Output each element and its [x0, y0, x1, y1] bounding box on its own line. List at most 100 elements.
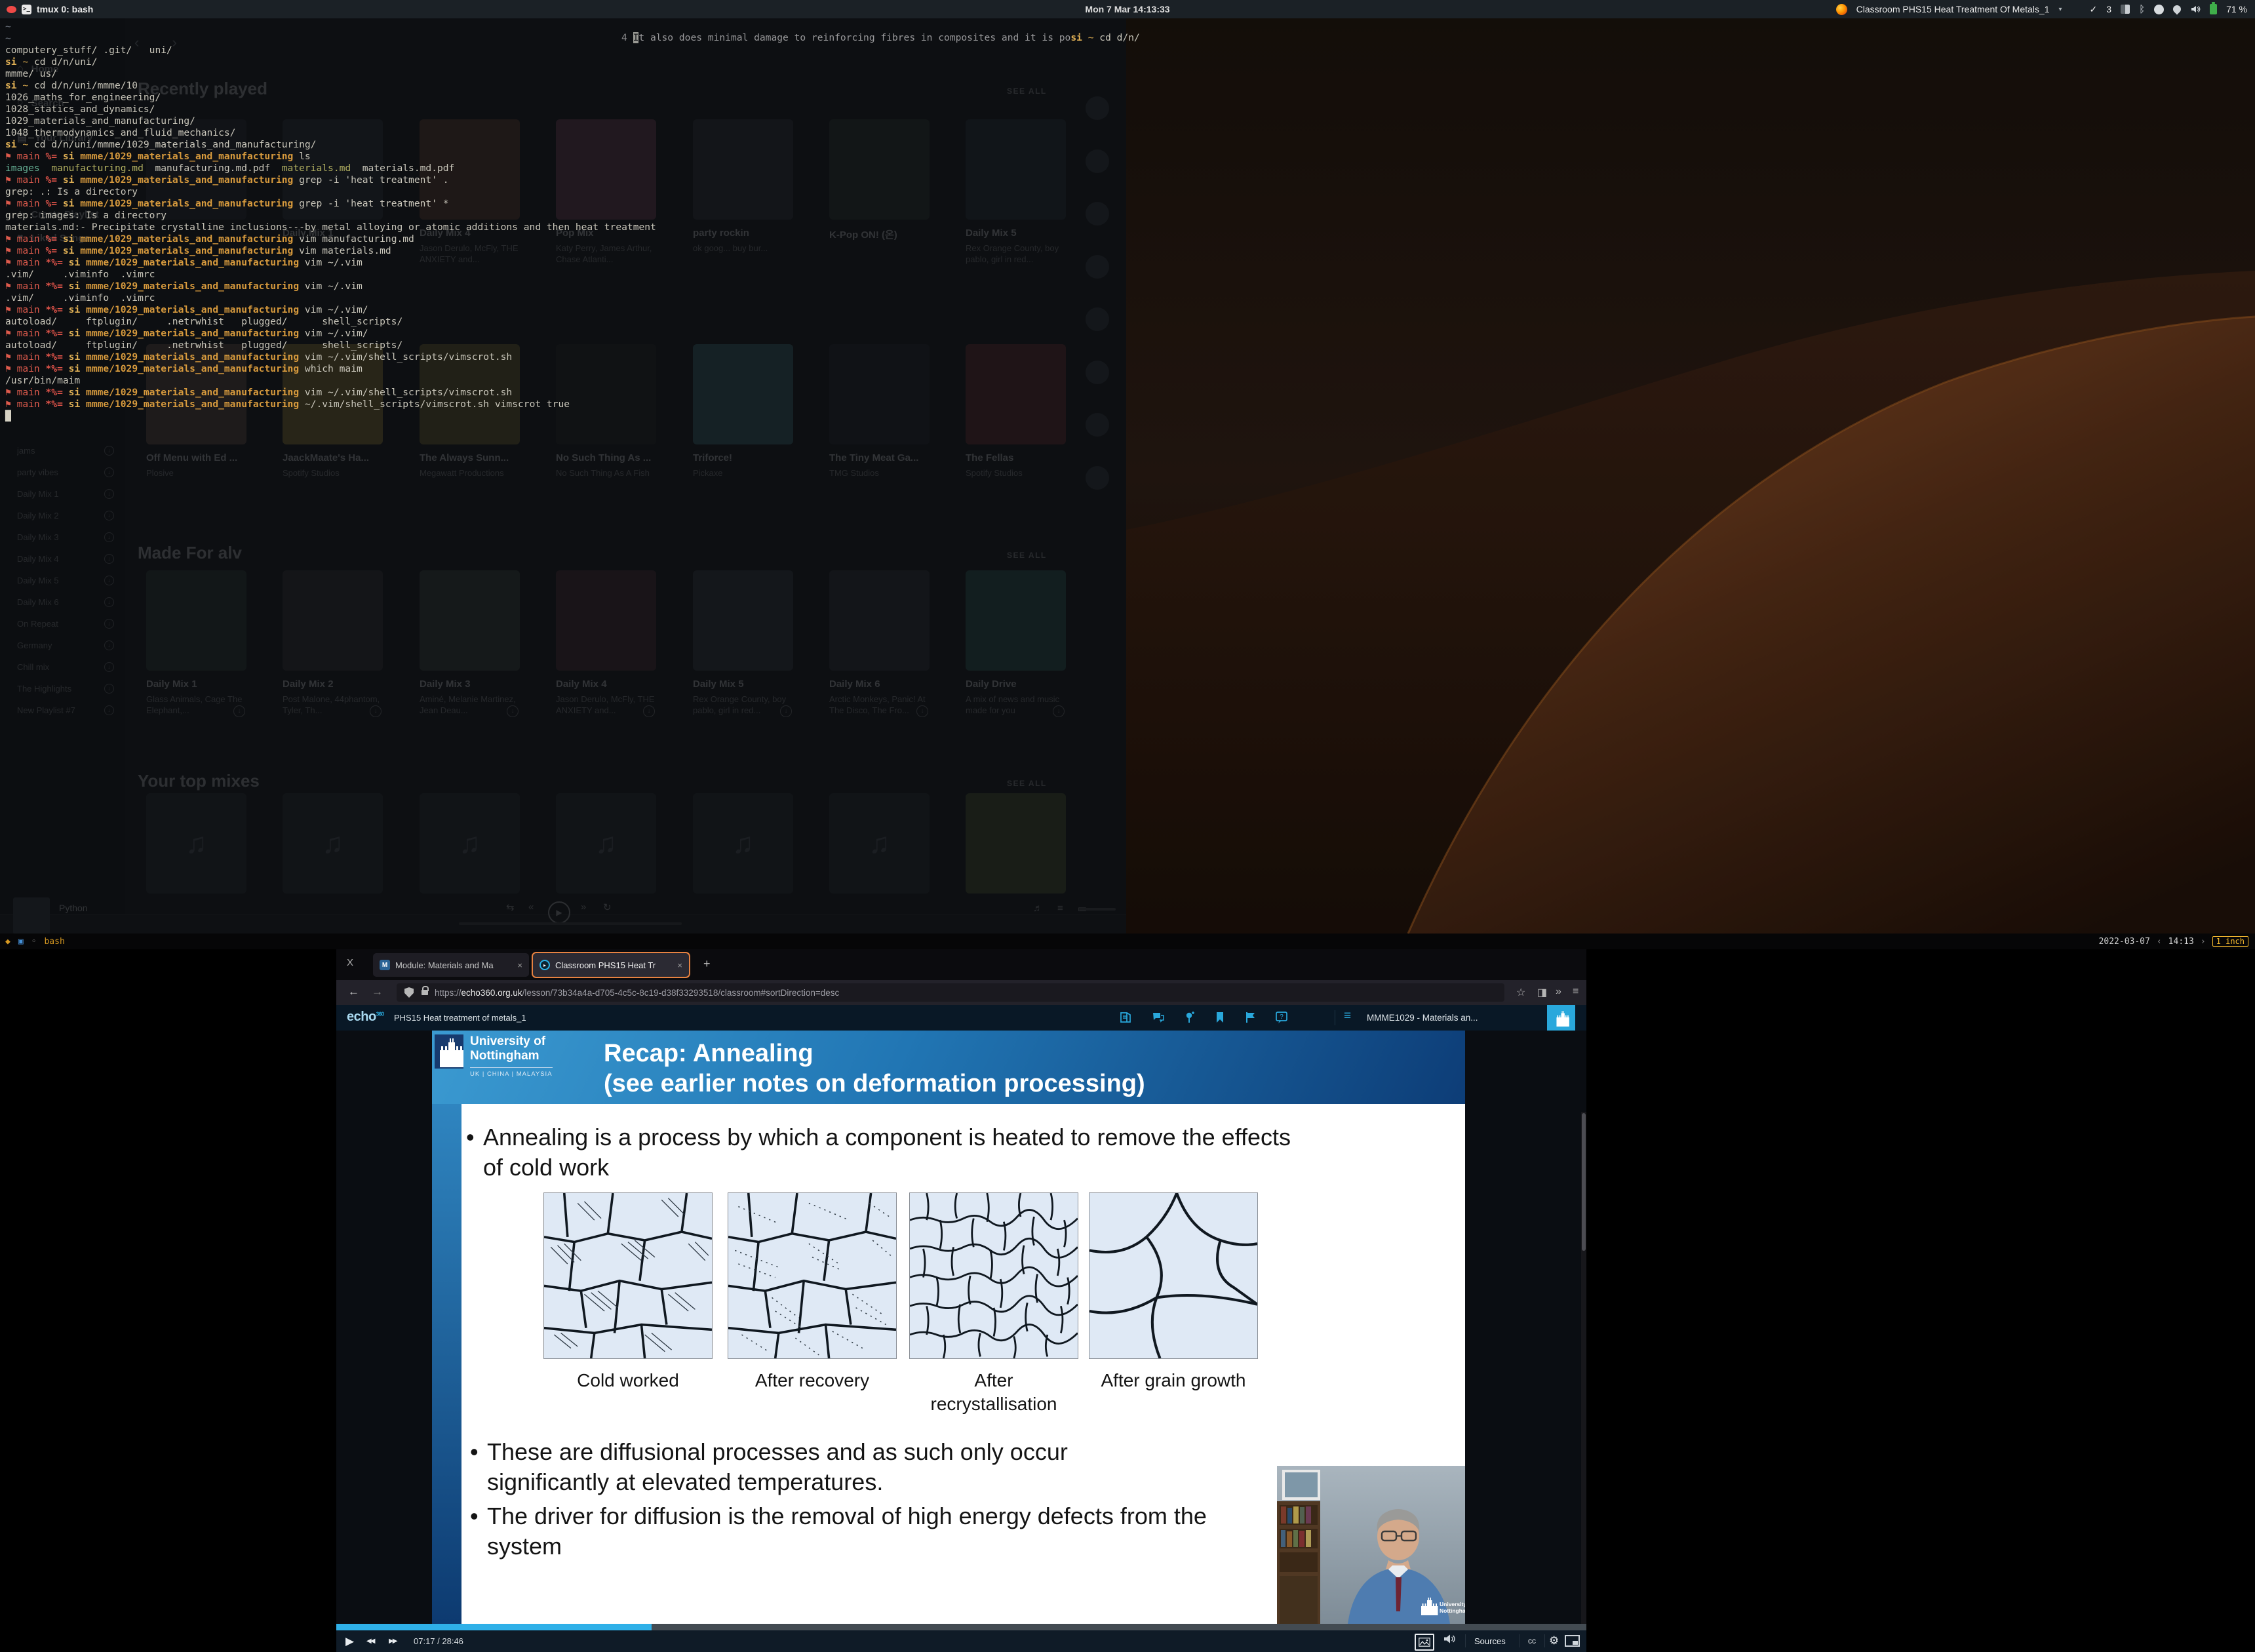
tab-close-icon[interactable]: × — [517, 960, 522, 970]
svg-text:?: ? — [1280, 1013, 1284, 1021]
tab-classroom-phs15[interactable]: ▸ Classroom PHS15 Heat Tr × — [533, 953, 689, 977]
svg-text:Nottingham: Nottingham — [1440, 1607, 1465, 1614]
time-display: 07:17 / 28:46 — [414, 1636, 463, 1646]
divider — [1544, 1634, 1545, 1647]
chevron-down-icon[interactable]: ▾ — [2059, 6, 2062, 13]
taskbar-time: 14:13 — [2168, 937, 2194, 947]
tab-title: Module: Materials and Ma — [395, 960, 512, 970]
scrollbar-thumb[interactable] — [1582, 1113, 1586, 1251]
terminal-line: si ~ cd d/n/uni/mmme/10 — [5, 80, 656, 92]
confusion-icon[interactable]: ? — [1274, 1010, 1289, 1025]
terminal-window[interactable]: ‹ › Python ⇆ « ▶ » ↻ ♬ ≡ ▭ — [0, 18, 1126, 934]
captions-button[interactable]: cc — [1528, 1636, 1536, 1645]
terminal-line: ⚑ main %= si mmme/1029_materials_and_man… — [5, 198, 656, 210]
bookmark-icon[interactable] — [1213, 1010, 1227, 1025]
active-window-title[interactable]: Classroom PHS15 Heat Treatment Of Metals… — [1856, 4, 2050, 14]
bracket: › — [2201, 937, 2206, 947]
moodle-favicon: M — [380, 960, 390, 970]
echo360-favicon: ▸ — [539, 960, 550, 970]
terminal-line: .vim/ .viminfo .vimrc — [5, 269, 656, 281]
forward-button[interactable]: → — [372, 985, 383, 998]
video-controls-bar: ▶ ◀◀ ▶▶ 07:17 / 28:46 Sources cc ⚙ — [336, 1624, 1586, 1652]
window-close-button[interactable]: X — [347, 957, 353, 968]
svg-text:University of: University of — [1440, 1601, 1465, 1607]
note-icon[interactable] — [1118, 1010, 1133, 1025]
terminal-line: ⚑ main %= si mmme/1029_materials_and_man… — [5, 233, 656, 245]
terminal-line: ⚑ main *%= si mmme/1029_materials_and_ma… — [5, 363, 656, 375]
terminal-line: .vim/ .viminfo .vimrc — [5, 292, 656, 304]
terminal-line: 1026_maths_for_engineering/ — [5, 92, 656, 104]
slide-bullet-3: •The driver for diffusion is the removal… — [487, 1501, 1280, 1562]
terminal-output: ~~computery_stuff/ .git/ uni/si ~ cd d/n… — [5, 21, 656, 422]
page-scrollbar[interactable] — [1581, 1112, 1586, 1652]
tracking-shield-icon[interactable] — [404, 987, 414, 998]
forward-button[interactable]: ▶▶ — [389, 1638, 396, 1645]
course-name[interactable]: MMME1029 - Materials an... — [1367, 1013, 1536, 1023]
terminal-line: ⚑ main %= si mmme/1029_materials_and_man… — [5, 245, 656, 257]
vim-overlay-line: 4 It also does minimal damage to reinfor… — [621, 32, 1140, 44]
flag-icon[interactable] — [1244, 1010, 1258, 1025]
echo360-logo[interactable]: echo360 — [347, 1010, 384, 1025]
volume-button[interactable] — [1443, 1633, 1456, 1648]
layout-indicator-icon: ◦ — [31, 937, 37, 947]
url-host: echo360.org.uk — [461, 988, 522, 998]
fullscreen-button[interactable] — [1565, 1635, 1580, 1647]
lock-icon[interactable] — [422, 990, 428, 995]
terminal-line: autoload/ ftplugin/ .netrwhist plugged/ … — [5, 316, 656, 328]
screen: >_ tmux 0: bash Mon 7 Mar 14:13:33 Class… — [0, 0, 2255, 1652]
terminal-line: ⚑ main *%= si mmme/1029_materials_and_ma… — [5, 399, 656, 410]
caption-cold-worked: Cold worked — [555, 1369, 701, 1392]
desktop: ‹ › Python ⇆ « ▶ » ↻ ♬ ≡ ▭ — [0, 18, 2255, 934]
taskbar-date: 2022-03-07 — [2099, 937, 2150, 947]
url-scheme: https:// — [435, 988, 461, 998]
lecturer-video[interactable]: University of Nottingham — [1277, 1466, 1465, 1624]
castle-icon — [435, 1034, 463, 1069]
navigation-bar: ← → https://echo360.org.uk/lesson/73b34a… — [336, 980, 1586, 1005]
status-bar: >_ tmux 0: bash Mon 7 Mar 14:13:33 Class… — [0, 0, 2255, 18]
network-icon[interactable] — [2172, 4, 2183, 15]
battery-percent: 71 % — [2226, 4, 2247, 14]
discord-icon[interactable] — [2154, 5, 2164, 14]
url-bar[interactable]: https://echo360.org.uk/lesson/73b34a4a-d… — [397, 983, 1504, 1002]
terminal-line: mmme/ us/ — [5, 68, 656, 80]
check-count: 3 — [2106, 4, 2111, 14]
workspace-icon[interactable]: ▣ — [18, 937, 24, 947]
nottingham-logo-tile[interactable] — [1547, 1005, 1575, 1031]
firefox-window: X M Module: Materials and Ma × ▸ Classro… — [336, 949, 1586, 1652]
terminal-line: si ~ cd d/n/uni/mmme/1029_materials_and_… — [5, 139, 656, 151]
new-tab-button[interactable]: + — [703, 957, 711, 971]
discussions-icon[interactable] — [1151, 1010, 1166, 1025]
screenshot-tool-button[interactable] — [1415, 1634, 1434, 1651]
keyboard-layout-icon[interactable] — [2121, 5, 2130, 14]
workspace-indicator-icon[interactable]: ◆ — [5, 937, 10, 947]
terminal-line: ⚑ main *%= si mmme/1029_materials_and_ma… — [5, 351, 656, 363]
rewind-button[interactable]: ◀◀ — [366, 1638, 374, 1645]
terminal-line: si ~ cd d/n/uni/ — [5, 56, 656, 68]
uni-line1: University of — [470, 1034, 553, 1049]
sidebar-toggle-icon[interactable]: ◨ — [1537, 986, 1547, 999]
tab-bar: X M Module: Materials and Ma × ▸ Classro… — [336, 949, 1586, 980]
tab-close-icon[interactable]: × — [677, 960, 682, 970]
volume-icon[interactable] — [2190, 4, 2201, 14]
play-button[interactable]: ▶ — [345, 1635, 354, 1648]
menu-icon[interactable]: ≡ — [1573, 986, 1579, 998]
url-path: /lesson/73b34a4a-d705-4c5c-8c19-d38f3329… — [522, 988, 840, 998]
wallpaper — [1126, 18, 2255, 934]
bluetooth-icon[interactable]: ᛒ — [2139, 4, 2145, 15]
overflow-icon[interactable]: » — [1556, 986, 1561, 998]
settings-gear-icon[interactable]: ⚙ — [1549, 1634, 1559, 1647]
terminal-line: ⚑ main %= si mmme/1029_materials_and_man… — [5, 151, 656, 163]
terminal-line: ⚑ main *%= si mmme/1029_materials_and_ma… — [5, 257, 656, 269]
lesson-title: PHS15 Heat treatment of metals_1 — [394, 1013, 526, 1023]
bookmark-star-icon[interactable]: ☆ — [1516, 986, 1525, 999]
caption-after-recovery: After recovery — [739, 1369, 886, 1392]
tab-module-materials[interactable]: M Module: Materials and Ma × — [373, 953, 529, 977]
diagram-after-grain-growth — [1089, 1192, 1258, 1359]
sources-button[interactable]: Sources — [1474, 1636, 1506, 1646]
scene-pin-icon[interactable] — [1182, 1010, 1196, 1025]
back-button[interactable]: ← — [348, 985, 359, 998]
slide-bullet-2: •These are diffusional processes and as … — [487, 1437, 1143, 1497]
video-progress-track[interactable] — [336, 1624, 1586, 1630]
taskbar-window-label[interactable]: bash — [44, 937, 64, 947]
table-of-contents-icon[interactable]: ≡ — [1344, 1009, 1351, 1023]
